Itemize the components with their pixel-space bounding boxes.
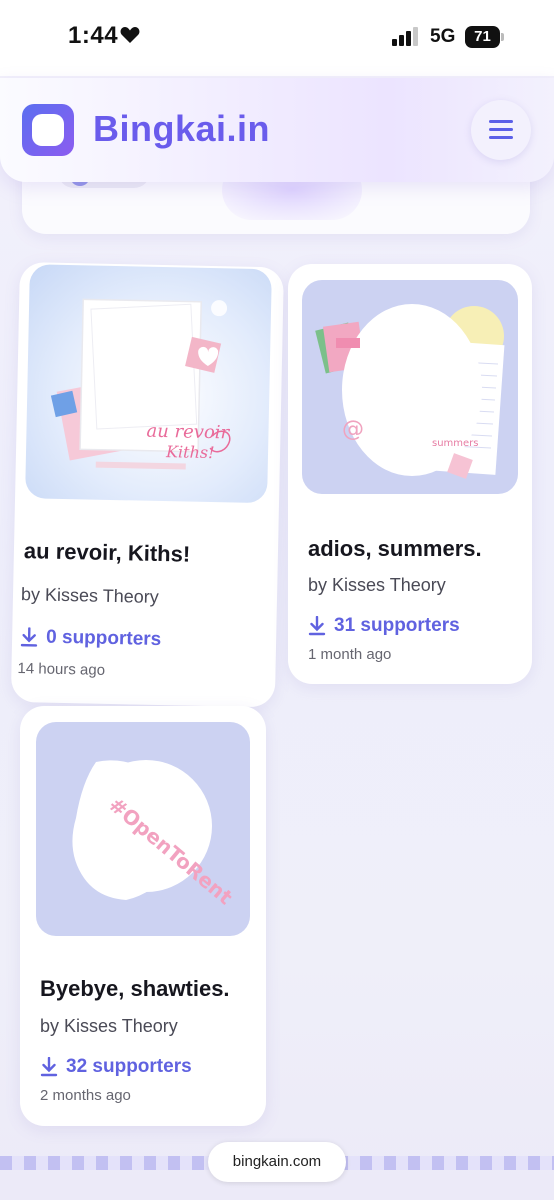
battery-icon: 71 bbox=[465, 26, 505, 48]
supporters-label: 32 supporters bbox=[66, 1056, 192, 1077]
frame-artwork: au revoir Kiths! bbox=[50, 298, 231, 470]
frame-artwork: summers @ bbox=[315, 304, 505, 479]
frame-artwork: #OpenToRent bbox=[72, 760, 238, 910]
supporters-count: 32 supporters bbox=[40, 1056, 192, 1078]
bingkai-logo-icon[interactable] bbox=[22, 104, 74, 156]
battery-level: 71 bbox=[465, 26, 500, 48]
card-title[interactable]: au revoir, Kiths! bbox=[24, 538, 191, 567]
url-bar[interactable]: bingkain.com bbox=[208, 1142, 346, 1182]
supporters-label: 0 supporters bbox=[45, 626, 162, 651]
campaign-card[interactable]: summers @ adios, summers. by Kisses Theo… bbox=[288, 264, 532, 684]
status-time: 1:44 bbox=[68, 22, 119, 49]
card-author[interactable]: by Kisses Theory bbox=[40, 1016, 178, 1037]
frame-thumbnail[interactable]: au revoir Kiths! bbox=[25, 264, 272, 504]
campaign-card[interactable]: au revoir Kiths! au revoir, Kiths! by Ki… bbox=[10, 262, 284, 708]
heart-icon bbox=[120, 27, 140, 43]
svg-text:@: @ bbox=[342, 417, 364, 442]
svg-text:Kiths!: Kiths! bbox=[165, 442, 215, 462]
site-header: Bingkai.in bbox=[0, 78, 554, 182]
card-time: 14 hours ago bbox=[17, 660, 106, 679]
svg-text:summers: summers bbox=[432, 438, 479, 449]
campaign-card[interactable]: #OpenToRent Byebye, shawties. by Kisses … bbox=[20, 706, 266, 1126]
menu-button[interactable] bbox=[471, 100, 531, 160]
supporters-count: 31 supporters bbox=[308, 615, 460, 637]
network-label: 5G bbox=[430, 26, 456, 47]
hamburger-menu-icon bbox=[489, 120, 513, 123]
frame-thumbnail[interactable]: #OpenToRent bbox=[36, 722, 250, 936]
card-time: 1 month ago bbox=[308, 646, 392, 663]
card-author[interactable]: by Kisses Theory bbox=[21, 584, 159, 608]
card-author[interactable]: by Kisses Theory bbox=[308, 575, 446, 596]
frame-thumbnail[interactable]: summers @ bbox=[302, 280, 518, 494]
card-time: 2 months ago bbox=[40, 1087, 131, 1104]
card-title[interactable]: Byebye, shawties. bbox=[40, 976, 230, 1002]
card-title[interactable]: adios, summers. bbox=[308, 536, 482, 562]
cellular-signal-icon bbox=[392, 27, 418, 46]
supporters-label: 31 supporters bbox=[334, 615, 460, 636]
supporters-count: 0 supporters bbox=[20, 626, 162, 651]
brand-name[interactable]: Bingkai.in bbox=[93, 108, 270, 150]
download-icon bbox=[40, 1057, 58, 1077]
status-bar: 1:44 5G 71 bbox=[0, 0, 554, 76]
download-icon bbox=[20, 627, 38, 647]
download-icon bbox=[308, 616, 326, 636]
